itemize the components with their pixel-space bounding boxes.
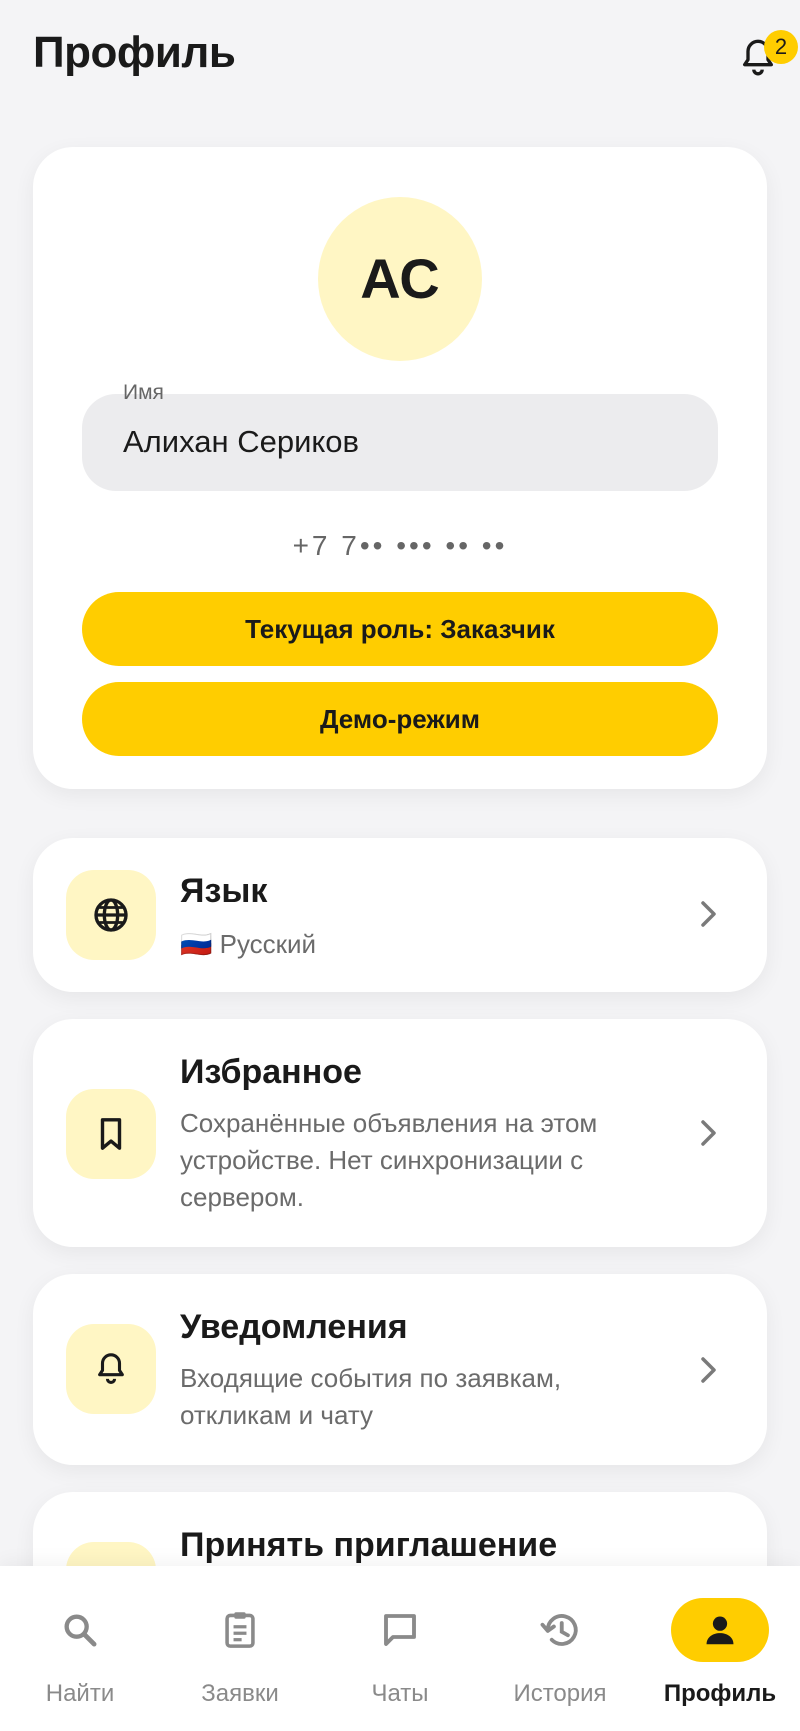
- nav-label-requests: Заявки: [201, 1680, 279, 1707]
- history-icon: [511, 1598, 609, 1662]
- chat-icon: [351, 1598, 449, 1662]
- nav-label-chats: Чаты: [371, 1680, 429, 1707]
- top-bar: Профиль 2: [0, 0, 800, 120]
- chevron-right-icon: [701, 901, 716, 927]
- flag-ru-icon: 🇷🇺: [180, 929, 213, 959]
- nav-label-profile: Профиль: [663, 1680, 777, 1707]
- name-field[interactable]: Алихан Сериков: [82, 394, 718, 491]
- language-title: Язык: [180, 872, 268, 910]
- nav-item-profile[interactable]: Профиль: [640, 1566, 800, 1731]
- accept-invite-title: Принять приглашение: [180, 1526, 558, 1564]
- notifications-title: Уведомления: [180, 1308, 408, 1346]
- favorites-subtitle: Сохранённые объявления на этом устройств…: [180, 1108, 598, 1212]
- language-value-text: Русский: [219, 929, 317, 959]
- person-icon: [671, 1598, 769, 1662]
- avatar: АС: [318, 197, 482, 361]
- notifications-subtitle: Входящие события по заявкам, откликам и …: [180, 1363, 562, 1430]
- bell-icon: [66, 1324, 156, 1414]
- profile-card: АС Алихан Сериков Имя +7 7•• ••• •• •• Т…: [33, 147, 767, 789]
- bookmark-icon: [66, 1089, 156, 1179]
- current-role-button[interactable]: Текущая роль: Заказчик: [82, 592, 718, 666]
- language-value: 🇷🇺 Русский: [180, 926, 650, 963]
- nav-label-history: История: [513, 1680, 607, 1707]
- bottom-nav: Найти Заявки Чаты История Профиль: [0, 1566, 800, 1731]
- name-value: Алихан Сериков: [123, 424, 360, 459]
- nav-item-history[interactable]: История: [480, 1566, 640, 1731]
- chevron-right-icon: [701, 1120, 716, 1146]
- language-item[interactable]: Язык 🇷🇺 Русский: [33, 838, 767, 992]
- notifications-item[interactable]: Уведомления Входящие события по заявкам,…: [33, 1274, 767, 1465]
- globe-icon: [66, 870, 156, 960]
- search-icon: [31, 1598, 129, 1662]
- clipboard-icon: [191, 1598, 289, 1662]
- page-title: Профиль: [33, 28, 236, 77]
- nav-item-search[interactable]: Найти: [0, 1566, 160, 1731]
- nav-item-requests[interactable]: Заявки: [160, 1566, 320, 1731]
- nav-label-search: Найти: [45, 1680, 115, 1707]
- name-label: Имя: [123, 381, 164, 404]
- favorites-title: Избранное: [180, 1053, 362, 1091]
- nav-item-chats[interactable]: Чаты: [320, 1566, 480, 1731]
- favorites-item[interactable]: Избранное Сохранённые объявления на этом…: [33, 1019, 767, 1247]
- chevron-right-icon: [701, 1357, 716, 1383]
- demo-mode-button[interactable]: Демо-режим: [82, 682, 718, 756]
- phone-number: +7 7•• ••• •• ••: [292, 530, 508, 561]
- notification-badge: 2: [764, 30, 798, 64]
- notifications-button[interactable]: 2: [732, 30, 798, 90]
